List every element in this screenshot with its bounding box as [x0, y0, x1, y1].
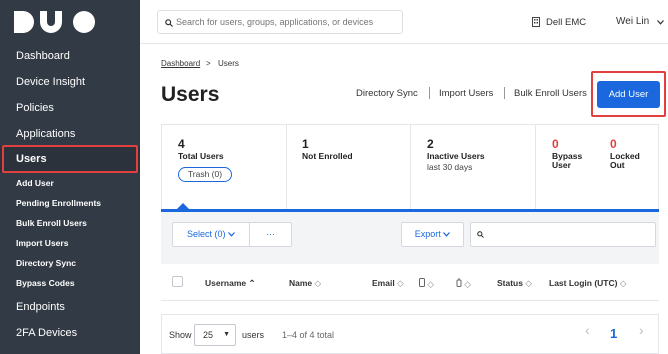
breadcrumb-dashboard[interactable]: Dashboard — [161, 59, 200, 68]
highlight-box-users — [2, 145, 138, 173]
sidebar-item-2fa-devices[interactable]: 2FA Devices — [0, 327, 140, 339]
prev-page-icon[interactable]: ‹ — [585, 322, 590, 338]
sidebar-sub-bypass-codes[interactable]: Bypass Codes — [0, 278, 140, 288]
select-dropdown[interactable]: Select (0) — [172, 222, 250, 247]
bypass-label-line2: User — [552, 160, 571, 170]
sidebar: Dashboard Device Insight Policies Applic… — [0, 0, 140, 354]
directory-sync-link[interactable]: Directory Sync — [356, 88, 418, 99]
top-header: Dell EMC Wei Lin — [140, 0, 668, 44]
select-label: Select (0) — [186, 229, 226, 239]
sort-icon: ◇ — [525, 278, 532, 288]
user-menu[interactable]: Wei Lin — [616, 16, 649, 27]
search-icon — [165, 19, 173, 27]
column-last-login[interactable]: Last Login (UTC) ◇ — [549, 278, 626, 289]
hardware-token-icon — [456, 278, 462, 287]
next-page-icon[interactable]: › — [639, 322, 644, 338]
main-content: Dashboard > Users Users Directory Sync I… — [140, 44, 668, 354]
bypass-users-count[interactable]: 0 — [552, 137, 559, 151]
result-range: 1–4 of 4 total — [282, 330, 335, 340]
current-page[interactable]: 1 — [610, 326, 617, 341]
table-toolbar: Select (0) ··· Export — [161, 212, 659, 264]
sidebar-item-device-insight[interactable]: Device Insight — [0, 76, 140, 88]
inactive-users-label[interactable]: Inactive Users — [427, 151, 485, 161]
page-size-select[interactable]: 25 ▼ — [194, 324, 236, 346]
sort-asc-icon: ⌃ — [248, 278, 256, 288]
not-enrolled-label[interactable]: Not Enrolled — [302, 151, 353, 161]
breadcrumb-current: Users — [218, 59, 239, 68]
sidebar-sub-import-users[interactable]: Import Users — [0, 238, 140, 248]
table-pagination: Show 25 ▼ users 1–4 of 4 total ‹ 1 › — [161, 314, 659, 354]
locked-label-line2: Out — [610, 160, 625, 170]
link-divider — [504, 87, 505, 99]
sort-icon: ◇ — [314, 278, 322, 288]
page-size-value: 25 — [203, 330, 214, 340]
show-label: Show — [169, 330, 192, 340]
search-icon — [477, 231, 484, 238]
sort-icon: ◇ — [464, 279, 471, 289]
chevron-down-icon — [443, 232, 451, 237]
stat-divider — [286, 125, 287, 211]
breadcrumb-separator: > — [206, 59, 211, 68]
trash-button[interactable]: Trash (0) — [178, 167, 232, 182]
import-users-link[interactable]: Import Users — [439, 88, 493, 99]
sort-icon: ◇ — [427, 279, 434, 289]
org-name[interactable]: Dell EMC — [546, 17, 586, 28]
sidebar-item-endpoints[interactable]: Endpoints — [0, 301, 140, 313]
locked-out-count[interactable]: 0 — [610, 137, 617, 151]
sort-icon: ◇ — [397, 278, 404, 288]
users-table-header: Username ⌃ Name ◇ Email ◇ ◇ ◇ Status ◇ L… — [161, 265, 659, 301]
inactive-users-sub: last 30 days — [427, 162, 473, 172]
column-name[interactable]: Name ◇ — [289, 278, 321, 289]
column-email[interactable]: Email ◇ — [372, 278, 404, 289]
sidebar-sub-add-user[interactable]: Add User — [0, 178, 140, 188]
global-search[interactable] — [157, 10, 403, 34]
users-label: users — [242, 330, 265, 340]
user-stats-panel: 4 Total Users Trash (0) 1 Not Enrolled 2… — [161, 124, 659, 211]
sidebar-item-dashboard[interactable]: Dashboard — [0, 50, 140, 62]
caret-down-icon: ▼ — [223, 331, 230, 338]
global-search-input[interactable] — [176, 11, 400, 33]
chevron-down-icon[interactable] — [657, 20, 664, 25]
export-label: Export — [414, 229, 441, 239]
total-users-count: 4 — [178, 137, 185, 151]
sidebar-sub-directory-sync[interactable]: Directory Sync — [0, 258, 140, 268]
column-phone[interactable]: ◇ — [419, 278, 434, 290]
bulk-enroll-link[interactable]: Bulk Enroll Users — [514, 88, 587, 99]
duo-logo[interactable] — [14, 11, 96, 38]
sidebar-sub-bulk-enroll[interactable]: Bulk Enroll Users — [0, 218, 140, 228]
table-search-input[interactable] — [470, 222, 656, 247]
select-all-checkbox[interactable] — [172, 276, 183, 287]
column-username[interactable]: Username ⌃ — [205, 278, 256, 289]
chevron-down-icon — [228, 232, 235, 237]
export-dropdown[interactable]: Export — [401, 222, 464, 247]
sort-icon: ◇ — [619, 278, 627, 288]
stat-divider — [410, 125, 411, 211]
highlight-box-add-user — [591, 71, 666, 117]
sidebar-sub-pending-enrollments[interactable]: Pending Enrollments — [0, 198, 140, 208]
column-token[interactable]: ◇ — [456, 278, 471, 290]
not-enrolled-count[interactable]: 1 — [302, 137, 309, 151]
sidebar-item-policies[interactable]: Policies — [0, 102, 140, 114]
total-users-label: Total Users — [178, 151, 224, 161]
building-icon — [532, 17, 540, 27]
stat-divider — [535, 125, 536, 211]
inactive-users-count[interactable]: 2 — [427, 137, 434, 151]
page-title: Users — [161, 83, 220, 106]
column-status[interactable]: Status ◇ — [497, 278, 532, 289]
phone-icon — [419, 278, 425, 287]
more-actions-button[interactable]: ··· — [249, 222, 292, 247]
link-divider — [429, 87, 430, 99]
sidebar-item-applications[interactable]: Applications — [0, 128, 140, 140]
